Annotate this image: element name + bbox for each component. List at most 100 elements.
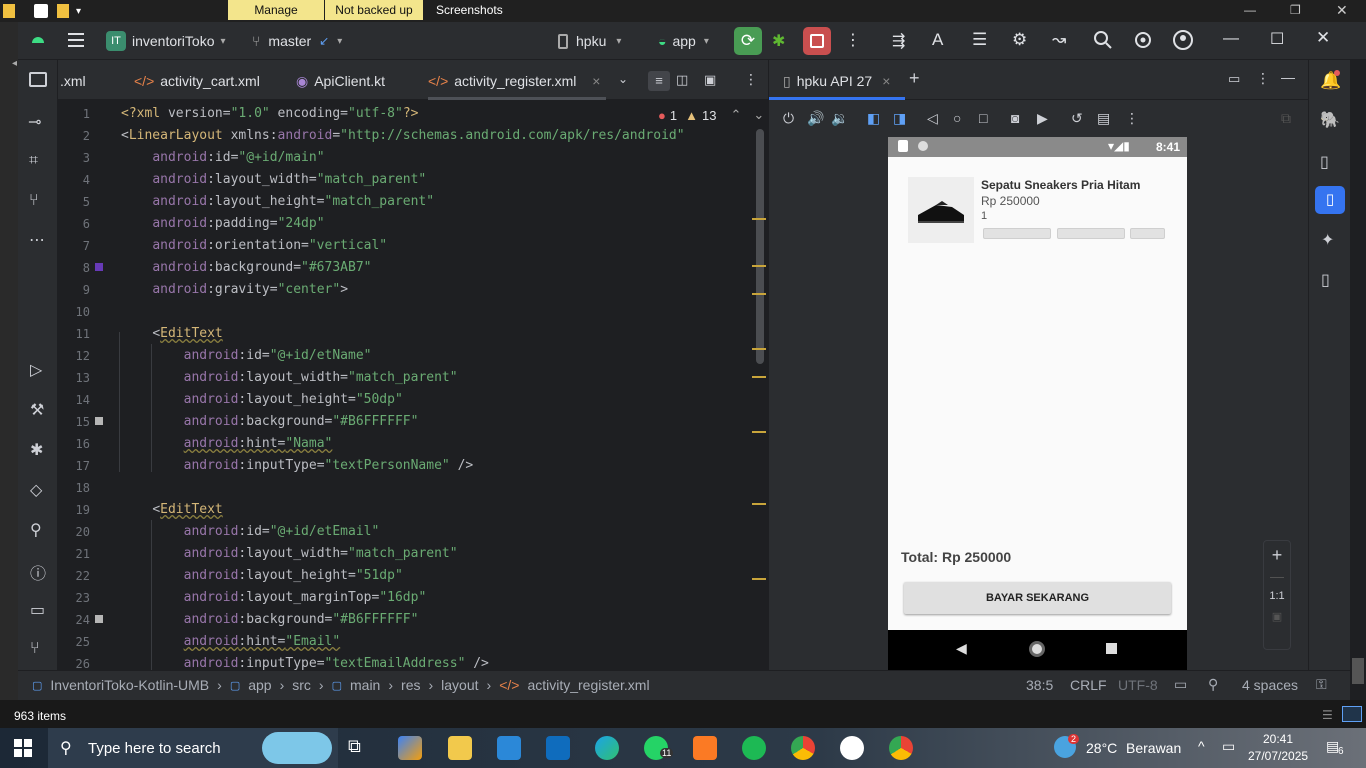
store-icon[interactable]: [497, 736, 521, 760]
project-widget[interactable]: IT inventoriToko ▾: [106, 29, 226, 53]
device-manager-icon[interactable]: ▯: [1320, 152, 1329, 172]
tray-chevron-icon[interactable]: ^: [1198, 738, 1205, 754]
add-device-icon[interactable]: +: [909, 68, 920, 89]
warning-stripe[interactable]: [752, 348, 766, 350]
breadcrumb-item[interactable]: InventoriToko-Kotlin-UMB: [50, 677, 209, 693]
breadcrumb-item[interactable]: res: [401, 677, 420, 693]
tab-close-icon[interactable]: ×: [882, 73, 890, 89]
indent-setting[interactable]: 4 spaces: [1242, 677, 1298, 693]
stop-button[interactable]: [803, 27, 831, 55]
rotate-right-icon[interactable]: ◨: [893, 110, 906, 127]
file-encoding[interactable]: UTF-8: [1118, 677, 1158, 693]
inspection-icon[interactable]: ⚲: [1208, 676, 1218, 693]
device-screen[interactable]: ▾◢▮ 8:41 Sepatu Sneakers Pria Hitam Rp 2…: [888, 137, 1187, 670]
code-editor[interactable]: ● 1 ▲ 13 ⌃ ⌄ 1 2 3 4 5 6 7 8 9 10 11 12 13 14 15 16 17 18 19…: [58, 101, 768, 670]
apply-changes-icon[interactable]: ⇶: [892, 31, 905, 51]
pull-requests-icon[interactable]: ⑂: [29, 192, 39, 210]
rotate-left-icon[interactable]: ◧: [867, 110, 880, 127]
warning-stripe[interactable]: [752, 218, 766, 220]
more-tools-icon[interactable]: ⋯: [29, 230, 45, 250]
ribbon-not-backed-up[interactable]: Not backed up: [325, 0, 423, 20]
caret-position[interactable]: 38:5: [1026, 677, 1053, 693]
snapshot-icon[interactable]: ↺: [1071, 110, 1083, 127]
color-swatch-purple[interactable]: [95, 263, 103, 271]
more-actions-icon[interactable]: ⋮: [845, 30, 861, 50]
tabs-dropdown-icon[interactable]: ⌄: [618, 72, 628, 86]
device-explorer-icon[interactable]: ▯: [1321, 270, 1330, 290]
outer-scrollbar[interactable]: [1352, 658, 1364, 684]
overview-icon[interactable]: □: [979, 110, 987, 126]
warning-stripe[interactable]: [752, 503, 766, 505]
screenshot-icon[interactable]: ◙: [1011, 110, 1019, 126]
logcat-icon[interactable]: ☰: [972, 30, 987, 50]
prev-highlight-icon[interactable]: ⌃: [730, 107, 741, 123]
qty-decrease-button[interactable]: [983, 228, 1051, 239]
nav-back-icon[interactable]: ◀: [956, 640, 967, 657]
device-selector[interactable]: hpku ▾: [558, 29, 621, 53]
taskbar-clock[interactable]: 20:41 27/07/2025: [1248, 732, 1308, 763]
android-studio-icon[interactable]: [840, 736, 864, 760]
breadcrumb-item[interactable]: layout: [441, 677, 478, 693]
main-menu-icon[interactable]: [65, 29, 89, 53]
gemini-sparkle-icon[interactable]: ✦: [1321, 230, 1334, 250]
warning-stripe[interactable]: [752, 293, 766, 295]
record-icon[interactable]: ▶: [1037, 110, 1048, 127]
rerun-button[interactable]: ⟳: [734, 27, 762, 55]
readonly-toggle-icon[interactable]: ▭: [1174, 676, 1187, 693]
run-tool-icon[interactable]: ▷: [30, 360, 42, 380]
close-icon[interactable]: ✕: [1316, 28, 1330, 48]
panel-more-icon[interactable]: ⋮: [1256, 70, 1270, 87]
color-swatch-grey[interactable]: [95, 417, 103, 425]
line-separator[interactable]: CRLF: [1070, 677, 1107, 693]
structure-icon[interactable]: ⌗: [29, 152, 38, 170]
app-inspection-icon[interactable]: ⚲: [30, 520, 42, 540]
search-icon[interactable]: [1092, 29, 1114, 51]
inspection-widget[interactable]: ● 1 ▲ 13 ⌃ ⌄: [658, 107, 764, 123]
volume-down-icon[interactable]: 🔉: [831, 110, 848, 127]
profiler-icon[interactable]: ↝: [1052, 30, 1066, 50]
remove-item-button[interactable]: [1130, 228, 1165, 239]
run-config-selector[interactable]: ◒ app ▾: [658, 29, 709, 53]
maximize-icon[interactable]: ☐: [1270, 29, 1284, 49]
editor-scrollbar[interactable]: [756, 129, 764, 364]
xampp-icon[interactable]: [693, 736, 717, 760]
panel-hide-icon[interactable]: —: [1281, 69, 1295, 85]
code-view-button[interactable]: ≡: [648, 71, 670, 91]
terminal-icon[interactable]: ▭: [30, 600, 45, 620]
new-folder-icon[interactable]: [57, 4, 69, 18]
zoom-actual-size[interactable]: 1:1: [1264, 590, 1290, 602]
warning-stripe[interactable]: [752, 376, 766, 378]
taskbar-search-box[interactable]: ⚲ Type here to search: [48, 728, 338, 768]
commit-icon[interactable]: ⊸: [28, 112, 41, 132]
warning-stripe[interactable]: [752, 265, 766, 267]
details-view-icon[interactable]: ☰: [1322, 708, 1333, 722]
project-folder-icon[interactable]: [29, 72, 47, 87]
tab-close-icon[interactable]: ×: [592, 60, 600, 102]
chrome-icon[interactable]: [889, 736, 913, 760]
properties-icon[interactable]: [34, 4, 48, 18]
explorer-close-icon[interactable]: ✕: [1336, 2, 1348, 19]
tab-apiclient[interactable]: ◉ ApiClient.kt: [296, 60, 385, 100]
home-icon[interactable]: ○: [953, 110, 961, 126]
chrome-profile-icon[interactable]: [791, 736, 815, 760]
warning-stripe[interactable]: [752, 431, 766, 433]
large-icons-view-icon[interactable]: [1342, 706, 1362, 722]
weather-condition[interactable]: Berawan: [1126, 740, 1181, 756]
problems-icon[interactable]: ⓘ: [30, 560, 46, 584]
tab-activity-cart[interactable]: </> activity_cart.xml: [134, 60, 260, 100]
vcs-branch-widget[interactable]: ⑂ master ↙ ▾: [252, 29, 342, 53]
explorer-maximize-icon[interactable]: ❐: [1290, 3, 1301, 17]
running-devices-icon[interactable]: ▯: [1315, 186, 1345, 214]
collapse-arrow-icon[interactable]: ◂: [12, 58, 17, 69]
tab-activity-register[interactable]: </> activity_register.xml ×: [428, 60, 607, 102]
warning-stripe[interactable]: [752, 578, 766, 580]
volume-up-icon[interactable]: 🔊: [807, 110, 824, 127]
file-explorer-icon[interactable]: [448, 736, 472, 760]
pay-now-button[interactable]: BAYAR SEKARANG: [904, 582, 1171, 614]
settings-icon[interactable]: [1132, 29, 1154, 51]
zoom-out-icon[interactable]: —: [1264, 568, 1290, 584]
minimize-icon[interactable]: —: [1223, 30, 1239, 48]
debug-icon[interactable]: ✱: [772, 31, 785, 51]
power-icon[interactable]: ⏻: [783, 110, 794, 127]
build-icon[interactable]: ⚒: [30, 400, 44, 420]
